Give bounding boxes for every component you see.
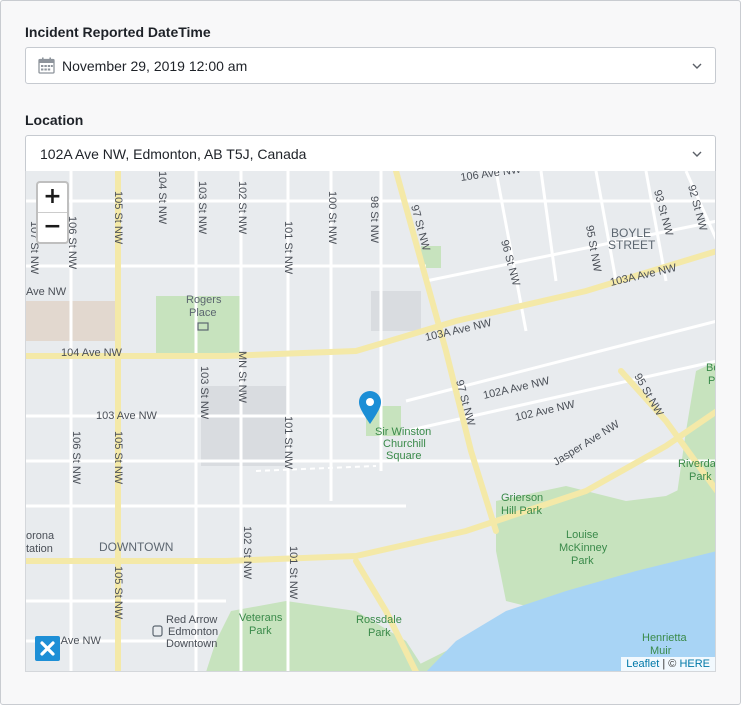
map-label: 101 St NW	[282, 416, 294, 470]
map-label: Red Arrow	[166, 614, 217, 626]
map-label: Edmonton	[168, 626, 218, 638]
location-label: Location	[25, 112, 84, 128]
chevron-down-icon	[692, 151, 702, 157]
map-label: 104 St NW	[156, 171, 168, 225]
calendar-icon	[38, 57, 55, 74]
incident-form: Incident Reported DateTime November 29, …	[0, 0, 741, 705]
map-label: Ave NW	[26, 286, 67, 298]
here-link[interactable]: HERE	[679, 658, 710, 670]
map-label: 105 St NW	[112, 191, 124, 245]
map-label: Sir Winston	[375, 426, 431, 438]
map-label: Pa	[708, 375, 716, 387]
map-label: 102 St NW	[241, 526, 253, 580]
chevron-down-icon	[692, 63, 702, 69]
close-icon	[40, 641, 55, 656]
location-value: 102A Ave NW, Edmonton, AB T5J, Canada	[40, 146, 307, 162]
map-label: Veterans	[239, 612, 283, 624]
building-block	[371, 291, 421, 331]
map-label: Grierson	[501, 492, 543, 504]
map-tiles: 106 Ave NW BOYLE STREET 103A Ave NW 103A…	[26, 171, 716, 671]
clear-location-button[interactable]	[35, 636, 60, 661]
map-label: Park	[689, 471, 712, 483]
map-label: tation	[26, 543, 53, 555]
incident-date-value: November 29, 2019 12:00 am	[62, 58, 248, 74]
map-label: Rossdale	[356, 614, 402, 626]
map-label: Henrietta	[642, 632, 688, 644]
map-label: Place	[189, 307, 217, 319]
map-label: Rogers	[186, 294, 222, 306]
map-label: 98 St NW	[368, 196, 380, 244]
map-label: 101 St NW	[287, 546, 299, 600]
map-label: Park	[249, 625, 272, 637]
map-label: Louise	[566, 529, 598, 541]
zoom-control: + −	[36, 181, 69, 244]
map-label: Park	[571, 555, 594, 567]
leaflet-link[interactable]: Leaflet	[626, 658, 659, 670]
location-map[interactable]: 106 Ave NW BOYLE STREET 103A Ave NW 103A…	[25, 171, 716, 672]
location-select[interactable]: 102A Ave NW, Edmonton, AB T5J, Canada	[25, 135, 716, 172]
map-label: Downtown	[166, 638, 217, 650]
incident-date-label: Incident Reported DateTime	[25, 24, 211, 40]
map-label: orona	[26, 530, 55, 542]
zoom-in-button[interactable]: +	[38, 183, 67, 213]
map-label: 103 St NW	[196, 181, 208, 235]
map-label: 104 Ave NW	[61, 347, 123, 359]
map-label: 102 St NW	[236, 181, 248, 235]
zoom-out-button[interactable]: −	[38, 213, 67, 243]
map-label: Park	[368, 627, 391, 639]
map-label: Muir	[650, 645, 672, 657]
map-label: Bo	[706, 362, 716, 374]
map-label: McKinney	[559, 542, 608, 554]
map-label: MN St NW	[236, 351, 248, 404]
map-label: 105 St NW	[112, 431, 124, 485]
map-label: STREET	[608, 238, 656, 252]
map-label: Churchill	[383, 438, 426, 450]
map-label: Hill Park	[501, 505, 542, 517]
map-label: Square	[386, 450, 421, 462]
map-label: 101 St NW	[282, 221, 294, 275]
incident-date-picker[interactable]: November 29, 2019 12:00 am	[25, 47, 716, 84]
map-attribution: Leaflet | © HERE	[621, 657, 715, 671]
map-label: 103 Ave NW	[96, 410, 158, 422]
map-label: 105 St NW	[112, 566, 124, 620]
map-label: Riverda	[678, 458, 716, 470]
map-label: 100 St NW	[326, 191, 338, 245]
attribution-separator: | ©	[659, 658, 680, 670]
map-label: 106 St NW	[70, 431, 82, 485]
map-label: DOWNTOWN	[99, 540, 173, 554]
map-label: 103 St NW	[198, 366, 210, 420]
